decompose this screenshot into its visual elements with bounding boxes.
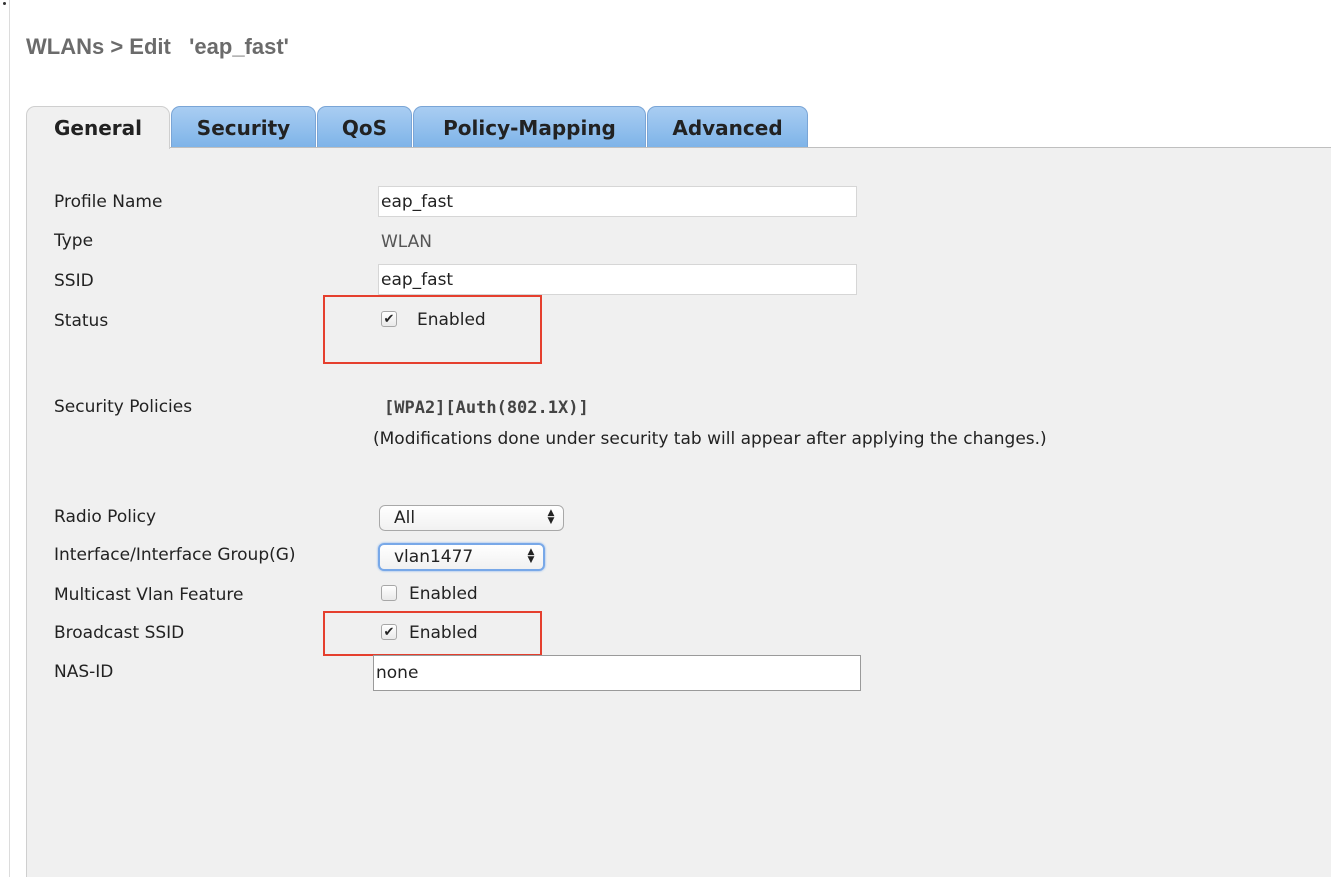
tab-general[interactable]: General xyxy=(26,106,170,149)
type-value: WLAN xyxy=(381,232,433,252)
multicast-vlan-enabled-label: Enabled xyxy=(409,584,478,604)
ssid-input[interactable] xyxy=(378,264,857,295)
multicast-vlan-label: Multicast Vlan Feature xyxy=(54,585,244,605)
updown-arrows-icon: ▲ ▼ xyxy=(547,508,555,526)
security-policies-label: Security Policies xyxy=(54,397,193,417)
interface-group-select[interactable]: vlan1477 ▲ ▼ xyxy=(378,543,545,571)
interface-group-selected: vlan1477 xyxy=(394,547,474,567)
security-policies-value: [WPA2][Auth(802.1X)] xyxy=(384,398,589,418)
broadcast-ssid-label: Broadcast SSID xyxy=(54,623,185,643)
tab-label: Policy-Mapping xyxy=(443,115,616,140)
type-label: Type xyxy=(54,231,94,251)
status-highlight-box xyxy=(323,295,542,364)
page-title: WLANs > Edit 'eap_fast' xyxy=(26,34,289,59)
radio-policy-label: Radio Policy xyxy=(54,507,157,527)
tab-label: QoS xyxy=(341,115,388,140)
updown-arrows-icon: ▲ ▼ xyxy=(527,547,535,565)
security-policies-note: (Modifications done under security tab w… xyxy=(373,429,1047,449)
multicast-vlan-checkbox[interactable] xyxy=(381,585,397,601)
left-border xyxy=(9,0,10,877)
general-tab-panel xyxy=(26,147,1331,877)
stray-dot xyxy=(3,2,6,5)
tab-security[interactable]: Security xyxy=(171,106,316,148)
tab-advanced[interactable]: Advanced xyxy=(647,106,808,148)
nas-id-label: NAS-ID xyxy=(54,662,114,682)
status-label: Status xyxy=(54,311,109,331)
profile-name-label: Profile Name xyxy=(54,192,163,212)
interface-group-label: Interface/Interface Group(G) xyxy=(54,545,296,565)
nas-id-input[interactable] xyxy=(373,655,861,691)
broadcast-ssid-highlight-box xyxy=(323,611,542,656)
ssid-label: SSID xyxy=(54,271,94,291)
tab-qos[interactable]: QoS xyxy=(317,106,412,148)
profile-name-input[interactable] xyxy=(378,186,857,217)
radio-policy-select[interactable]: All ▲ ▼ xyxy=(379,505,564,531)
radio-policy-selected: All xyxy=(394,508,416,528)
tab-policy-mapping[interactable]: Policy-Mapping xyxy=(413,106,646,148)
tab-label: Security xyxy=(196,115,291,140)
tab-label: General xyxy=(54,116,142,140)
tab-label: Advanced xyxy=(672,115,783,140)
